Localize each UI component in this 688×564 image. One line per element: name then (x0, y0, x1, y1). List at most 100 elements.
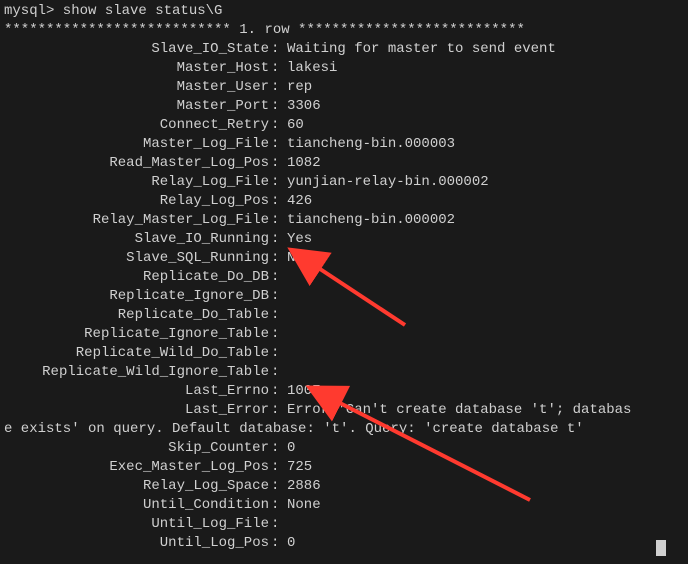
field-value: 426 (287, 192, 684, 211)
field-replicate-do-db: Replicate_Do_DB : (4, 268, 684, 287)
field-label: Until_Condition (4, 496, 269, 515)
field-label: Slave_SQL_Running (4, 249, 269, 268)
field-replicate-wild-do-table: Replicate_Wild_Do_Table : (4, 344, 684, 363)
colon: : (269, 154, 287, 173)
colon: : (269, 401, 287, 420)
field-label: Exec_Master_Log_Pos (4, 458, 269, 477)
colon: : (269, 496, 287, 515)
field-value: Yes (287, 230, 684, 249)
field-value (287, 363, 684, 382)
colon: : (269, 192, 287, 211)
field-label: Relay_Master_Log_File (4, 211, 269, 230)
field-value: yunjian-relay-bin.000002 (287, 173, 684, 192)
field-value: None (287, 496, 684, 515)
field-label: Replicate_Ignore_DB (4, 287, 269, 306)
field-until-log-pos: Until_Log_Pos : 0 (4, 534, 684, 553)
field-label: Connect_Retry (4, 116, 269, 135)
field-slave-io-state: Slave_IO_State : Waiting for master to s… (4, 40, 684, 59)
colon: : (269, 268, 287, 287)
field-last-error: Last_Error : Error 'Can't create databas… (4, 401, 684, 420)
field-value: tiancheng-bin.000003 (287, 135, 684, 154)
field-label: Master_Log_File (4, 135, 269, 154)
field-label: Slave_IO_State (4, 40, 269, 59)
field-value (287, 344, 684, 363)
field-master-user: Master_User : rep (4, 78, 684, 97)
field-value: No (287, 249, 684, 268)
colon: : (269, 249, 287, 268)
field-relay-log-file: Relay_Log_File : yunjian-relay-bin.00000… (4, 173, 684, 192)
field-master-log-file: Master_Log_File : tiancheng-bin.000003 (4, 135, 684, 154)
field-slave-sql-running: Slave_SQL_Running : No (4, 249, 684, 268)
field-label: Last_Error (4, 401, 269, 420)
field-value: 0 (287, 534, 684, 553)
field-value: tiancheng-bin.000002 (287, 211, 684, 230)
field-label: Skip_Counter (4, 439, 269, 458)
field-value: 2886 (287, 477, 684, 496)
colon: : (269, 439, 287, 458)
field-replicate-ignore-table: Replicate_Ignore_Table : (4, 325, 684, 344)
field-replicate-ignore-db: Replicate_Ignore_DB : (4, 287, 684, 306)
field-label: Read_Master_Log_Pos (4, 154, 269, 173)
field-value: 1007 (287, 382, 684, 401)
field-label: Replicate_Do_Table (4, 306, 269, 325)
colon: : (269, 78, 287, 97)
colon: : (269, 325, 287, 344)
field-value (287, 268, 684, 287)
field-master-host: Master_Host : lakesi (4, 59, 684, 78)
field-value: 725 (287, 458, 684, 477)
field-master-port: Master_Port : 3306 (4, 97, 684, 116)
field-relay-log-space: Relay_Log_Space : 2886 (4, 477, 684, 496)
field-last-errno: Last_Errno : 1007 (4, 382, 684, 401)
field-exec-master-log-pos: Exec_Master_Log_Pos : 725 (4, 458, 684, 477)
colon: : (269, 534, 287, 553)
colon: : (269, 477, 287, 496)
field-label: Replicate_Do_DB (4, 268, 269, 287)
field-label: Replicate_Wild_Do_Table (4, 344, 269, 363)
field-skip-counter: Skip_Counter : 0 (4, 439, 684, 458)
field-connect-retry: Connect_Retry : 60 (4, 116, 684, 135)
prompt-text: mysql> show slave status\G (4, 2, 222, 21)
field-label: Master_User (4, 78, 269, 97)
colon: : (269, 363, 287, 382)
field-label: Relay_Log_Space (4, 477, 269, 496)
field-value: 1082 (287, 154, 684, 173)
colon: : (269, 230, 287, 249)
field-label: Slave_IO_Running (4, 230, 269, 249)
field-label: Replicate_Ignore_Table (4, 325, 269, 344)
field-label: Last_Errno (4, 382, 269, 401)
terminal-cursor-icon (656, 540, 666, 556)
field-value: 0 (287, 439, 684, 458)
colon: : (269, 287, 287, 306)
field-value: 3306 (287, 97, 684, 116)
colon: : (269, 40, 287, 59)
field-value (287, 306, 684, 325)
colon: : (269, 135, 287, 154)
field-value (287, 287, 684, 306)
colon: : (269, 116, 287, 135)
field-label: Until_Log_Pos (4, 534, 269, 553)
colon: : (269, 211, 287, 230)
colon: : (269, 382, 287, 401)
field-replicate-wild-ignore-table: Replicate_Wild_Ignore_Table : (4, 363, 684, 382)
field-value (287, 325, 684, 344)
field-label: Relay_Log_File (4, 173, 269, 192)
colon: : (269, 173, 287, 192)
field-value: Waiting for master to send event (287, 40, 684, 59)
field-replicate-do-table: Replicate_Do_Table : (4, 306, 684, 325)
field-read-master-log-pos: Read_Master_Log_Pos : 1082 (4, 154, 684, 173)
field-value: Error 'Can't create database 't'; databa… (287, 401, 684, 420)
field-until-log-file: Until_Log_File : (4, 515, 684, 534)
colon: : (269, 59, 287, 78)
field-value: lakesi (287, 59, 684, 78)
last-error-wrapped: e exists' on query. Default database: 't… (4, 420, 684, 439)
field-label: Relay_Log_Pos (4, 192, 269, 211)
field-value: 60 (287, 116, 684, 135)
colon: : (269, 515, 287, 534)
colon: : (269, 458, 287, 477)
field-relay-log-pos: Relay_Log_Pos : 426 (4, 192, 684, 211)
field-slave-io-running: Slave_IO_Running : Yes (4, 230, 684, 249)
field-relay-master-log-file: Relay_Master_Log_File : tiancheng-bin.00… (4, 211, 684, 230)
row-header: *************************** 1. row *****… (4, 21, 684, 40)
field-label: Until_Log_File (4, 515, 269, 534)
mysql-prompt[interactable]: mysql> show slave status\G (4, 2, 684, 21)
